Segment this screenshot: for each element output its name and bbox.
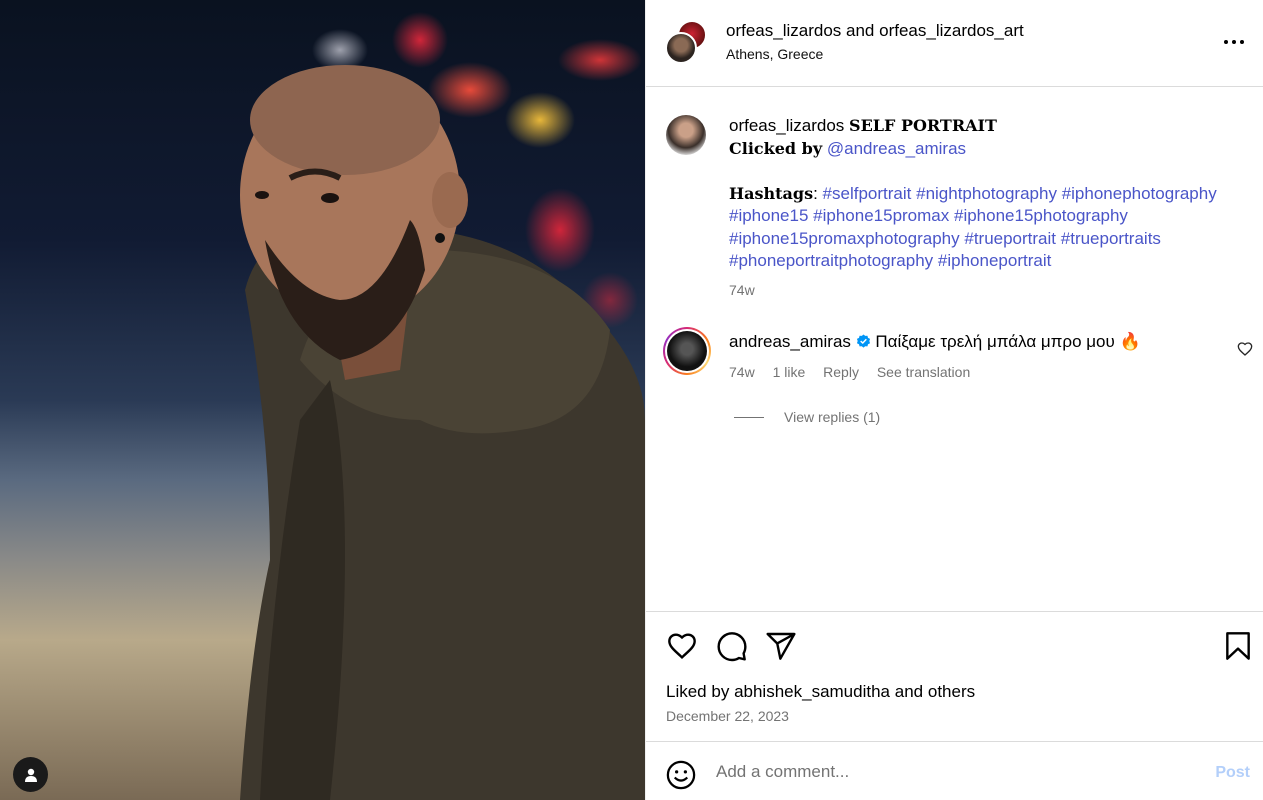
collab-avatars[interactable] <box>665 20 710 65</box>
and-text: and <box>894 682 924 701</box>
clicked-by-label: Clicked by <box>729 138 823 158</box>
hashtag-link[interactable]: #iphonephotography <box>1062 184 1217 203</box>
comment-meta: 74w 1 like Reply See translation <box>729 364 984 380</box>
location-link[interactable]: Athens, Greece <box>726 46 823 62</box>
caption-age: 74w <box>729 281 755 298</box>
username-link[interactable]: orfeas_lizardos <box>726 21 841 40</box>
avatar[interactable] <box>665 32 697 64</box>
portrait-illustration <box>240 65 645 800</box>
caption-body: orfeas_lizardos SELF PORTRAIT Clicked by… <box>729 115 1249 301</box>
more-horizontal-icon <box>1224 40 1244 44</box>
collab-usernames: orfeas_lizardos and orfeas_lizardos_art <box>726 21 1024 41</box>
hashtag-link[interactable]: #iphone15promaxphotography <box>729 229 960 248</box>
emoji-smiley-icon[interactable] <box>666 760 696 790</box>
hashtags: Hashtags: #selfportrait #nightphotograph… <box>729 183 1249 273</box>
hashtag-link[interactable]: #phoneportraitphotography <box>729 251 933 270</box>
add-comment-bar: Post <box>646 741 1263 800</box>
profile-tag-button[interactable] <box>13 757 48 792</box>
mention-link[interactable]: @andreas_amiras <box>827 139 966 158</box>
post-header: orfeas_lizardos and orfeas_lizardos_art … <box>646 0 1263 87</box>
liked-by: Liked by abhishek_samuditha and others <box>666 682 975 702</box>
more-options-button[interactable] <box>1222 30 1246 54</box>
avatar[interactable] <box>667 331 707 371</box>
post-button[interactable]: Post <box>1215 764 1250 782</box>
username-link[interactable]: abhishek_samuditha <box>734 682 890 701</box>
comment-heart-icon[interactable] <box>1237 341 1253 357</box>
see-translation-button[interactable]: See translation <box>877 364 970 380</box>
comment-body: Παίξαμε τρελή μπάλα μπρο μου <box>875 332 1115 351</box>
liked-by-label: Liked by <box>666 682 730 701</box>
comment-likes-button[interactable]: 1 like <box>773 364 806 380</box>
hashtags-colon: : <box>813 183 818 203</box>
post-photo[interactable] <box>0 0 645 800</box>
view-replies-button[interactable]: View replies (1) <box>734 409 880 425</box>
hashtag-link[interactable]: #selfportrait <box>823 184 912 203</box>
hashtag-link[interactable]: #iphone15photography <box>954 206 1128 225</box>
avatar[interactable] <box>666 115 706 155</box>
username-link[interactable]: andreas_amiras <box>729 332 851 351</box>
fire-emoji: 🔥 <box>1119 332 1141 351</box>
others-link[interactable]: others <box>928 682 975 701</box>
share-send-icon[interactable] <box>765 630 797 662</box>
username-link[interactable]: orfeas_lizardos <box>729 116 844 135</box>
username-link[interactable]: orfeas_lizardos_art <box>879 21 1024 40</box>
comment-text: andreas_amiras Παίξαμε τρελή μπάλα μπρο … <box>729 332 1209 352</box>
comment-bubble-icon[interactable] <box>716 630 748 662</box>
post-details-panel: orfeas_lizardos and orfeas_lizardos_art … <box>645 0 1263 800</box>
caption-title: SELF PORTRAIT <box>849 116 997 135</box>
comment-age: 74w <box>729 364 755 380</box>
like-heart-icon[interactable] <box>666 630 698 662</box>
post-date[interactable]: December 22, 2023 <box>666 708 789 724</box>
user-icon <box>24 768 37 782</box>
hashtag-link[interactable]: #nightphotography <box>916 184 1057 203</box>
hashtag-link[interactable]: #iphone15 <box>729 206 808 225</box>
hashtag-link[interactable]: #trueportrait <box>964 229 1056 248</box>
view-replies-label: View replies (1) <box>784 409 881 425</box>
action-bar: Liked by abhishek_samuditha and others D… <box>646 611 1263 741</box>
and-text: and <box>846 21 875 40</box>
story-ring[interactable] <box>663 327 711 375</box>
reply-button[interactable]: Reply <box>823 364 859 380</box>
hashtags-label: Hashtags <box>729 183 814 203</box>
hashtag-link[interactable]: #trueportraits <box>1061 229 1161 248</box>
comment-item: andreas_amiras Παίξαμε τρελή μπάλα μπρο … <box>663 327 1253 437</box>
divider <box>734 416 764 418</box>
hashtag-link[interactable]: #iphoneportrait <box>938 251 1051 270</box>
save-bookmark-icon[interactable] <box>1222 630 1254 662</box>
verified-badge-icon <box>856 334 870 348</box>
hashtag-link[interactable]: #iphone15promax <box>813 206 949 225</box>
comment-input[interactable] <box>716 758 1186 786</box>
